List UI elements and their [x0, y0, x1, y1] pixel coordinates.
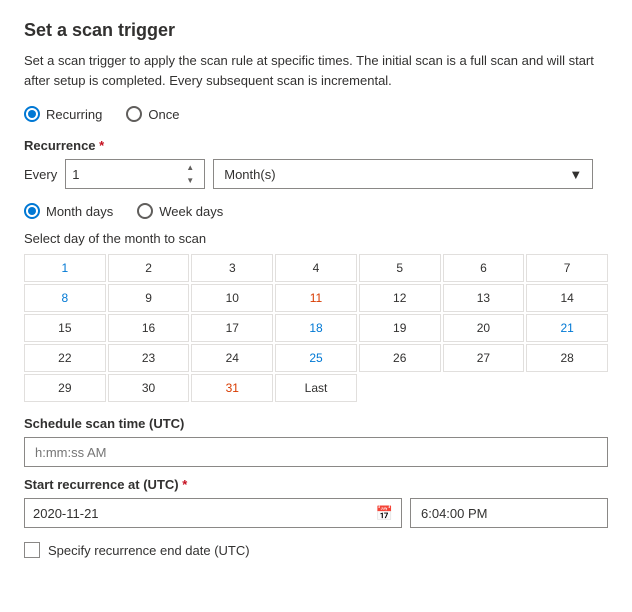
cal-cell-19[interactable]: 19	[359, 314, 441, 342]
cal-cell-30[interactable]: 30	[108, 374, 190, 402]
calendar-section: Select day of the month to scan 12345678…	[24, 231, 608, 402]
cal-cell-20[interactable]: 20	[443, 314, 525, 342]
every-number-input[interactable]: ▲ ▼	[65, 159, 205, 189]
recurrence-section: Recurrence Every ▲ ▼ Month(s) ▼	[24, 138, 608, 189]
recurrence-row: Every ▲ ▼ Month(s) ▼	[24, 159, 608, 189]
scan-time-input[interactable]	[24, 437, 608, 467]
period-chevron-icon: ▼	[569, 167, 582, 182]
cal-cell-27[interactable]: 27	[443, 344, 525, 372]
spin-buttons: ▲ ▼	[182, 162, 198, 187]
recurring-radio-circle	[24, 106, 40, 122]
week-days-radio[interactable]: Week days	[137, 203, 223, 219]
cal-cell-21[interactable]: 21	[526, 314, 608, 342]
month-days-radio[interactable]: Month days	[24, 203, 113, 219]
week-days-radio-circle	[137, 203, 153, 219]
cal-cell-26[interactable]: 26	[359, 344, 441, 372]
page-description: Set a scan trigger to apply the scan rul…	[24, 51, 608, 90]
page-title: Set a scan trigger	[24, 20, 608, 41]
calendar-label: Select day of the month to scan	[24, 231, 608, 246]
calendar-icon: 📅	[376, 505, 393, 522]
cal-cell-15[interactable]: 15	[24, 314, 106, 342]
date-input-wrap[interactable]: 📅	[24, 498, 402, 528]
cal-cell-9[interactable]: 9	[108, 284, 190, 312]
cal-cell-10[interactable]: 10	[191, 284, 273, 312]
cal-cell-22[interactable]: 22	[24, 344, 106, 372]
cal-cell-16[interactable]: 16	[108, 314, 190, 342]
cal-cell-last[interactable]: Last	[275, 374, 357, 402]
once-radio-circle	[126, 106, 142, 122]
once-radio[interactable]: Once	[126, 106, 179, 122]
cal-cell-13[interactable]: 13	[443, 284, 525, 312]
spin-down-button[interactable]: ▼	[182, 175, 198, 187]
spin-up-button[interactable]: ▲	[182, 162, 198, 174]
scan-time-section: Schedule scan time (UTC)	[24, 416, 608, 467]
once-label: Once	[148, 107, 179, 122]
cal-cell-24[interactable]: 24	[191, 344, 273, 372]
cal-cell-18[interactable]: 18	[275, 314, 357, 342]
calendar-grid: 1234567891011121314151617181920212223242…	[24, 254, 608, 402]
month-days-radio-circle	[24, 203, 40, 219]
cal-cell-3[interactable]: 3	[191, 254, 273, 282]
cal-cell-23[interactable]: 23	[108, 344, 190, 372]
cal-cell-1[interactable]: 1	[24, 254, 106, 282]
month-days-label: Month days	[46, 204, 113, 219]
cal-cell-28[interactable]: 28	[526, 344, 608, 372]
cal-cell-4[interactable]: 4	[275, 254, 357, 282]
start-recurrence-section: Start recurrence at (UTC) 📅	[24, 477, 608, 528]
cal-cell-5[interactable]: 5	[359, 254, 441, 282]
recurring-label: Recurring	[46, 107, 102, 122]
start-recurrence-row: 📅	[24, 498, 608, 528]
cal-cell-11[interactable]: 11	[275, 284, 357, 312]
cal-cell-17[interactable]: 17	[191, 314, 273, 342]
recurrence-label: Recurrence	[24, 138, 608, 153]
week-days-label: Week days	[159, 204, 223, 219]
end-date-row: Specify recurrence end date (UTC)	[24, 542, 608, 558]
cal-cell-14[interactable]: 14	[526, 284, 608, 312]
period-select[interactable]: Month(s) ▼	[213, 159, 593, 189]
scan-time-label: Schedule scan time (UTC)	[24, 416, 608, 431]
cal-cell-25[interactable]: 25	[275, 344, 357, 372]
start-date-input[interactable]	[33, 506, 376, 521]
cal-cell-29[interactable]: 29	[24, 374, 106, 402]
end-date-checkbox[interactable]	[24, 542, 40, 558]
every-number-field[interactable]	[72, 167, 182, 182]
end-date-label: Specify recurrence end date (UTC)	[48, 543, 250, 558]
cal-cell-8[interactable]: 8	[24, 284, 106, 312]
start-time-input[interactable]	[410, 498, 608, 528]
trigger-type-group: Recurring Once	[24, 106, 608, 122]
day-type-group: Month days Week days	[24, 203, 608, 219]
cal-cell-2[interactable]: 2	[108, 254, 190, 282]
recurring-radio[interactable]: Recurring	[24, 106, 102, 122]
cal-cell-31[interactable]: 31	[191, 374, 273, 402]
period-value: Month(s)	[224, 167, 275, 182]
every-label: Every	[24, 167, 57, 182]
cal-cell-6[interactable]: 6	[443, 254, 525, 282]
cal-cell-7[interactable]: 7	[526, 254, 608, 282]
start-recurrence-label: Start recurrence at (UTC)	[24, 477, 608, 492]
cal-cell-12[interactable]: 12	[359, 284, 441, 312]
